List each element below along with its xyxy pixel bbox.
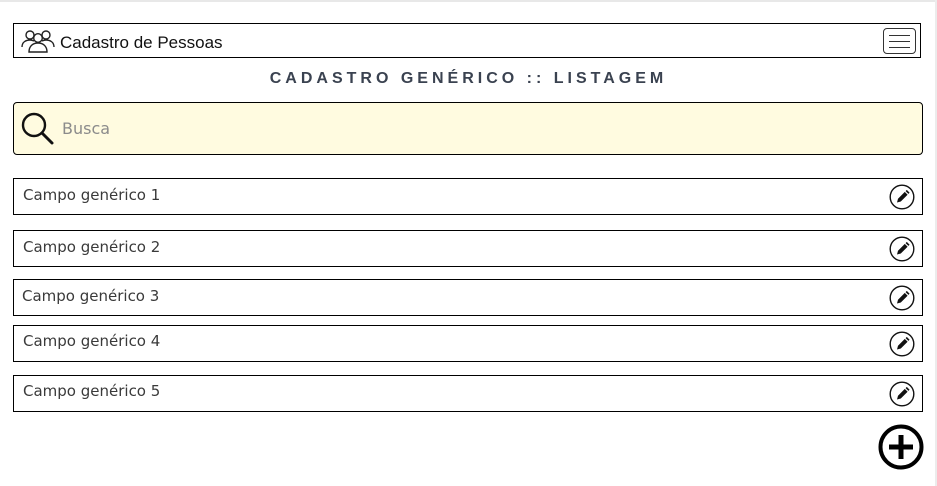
list-item-label: Campo genérico 2 [23, 238, 161, 256]
list-item-label: Campo genérico 1 [23, 186, 161, 204]
edit-pencil-icon[interactable] [889, 331, 915, 357]
hamburger-line [889, 35, 910, 36]
page-title: CADASTRO GENÉRICO :: LISTAGEM [269, 70, 668, 87]
edit-pencil-icon[interactable] [889, 285, 915, 311]
list-item-label: Campo genérico 4 [23, 332, 161, 350]
edit-pencil-icon[interactable] [889, 381, 915, 407]
search-box[interactable] [13, 102, 923, 155]
list-item[interactable]: Campo genérico 1 [13, 178, 923, 215]
hamburger-line [889, 41, 910, 42]
edit-pencil-icon[interactable] [889, 184, 915, 210]
list-item[interactable]: Campo genérico 3 [13, 279, 923, 316]
edit-pencil-icon[interactable] [889, 236, 915, 262]
add-circle-icon[interactable] [877, 423, 925, 471]
people-group-icon [21, 30, 55, 53]
hamburger-line [889, 47, 910, 48]
search-icon [21, 112, 54, 145]
app-title: Cadastro de Pessoas [60, 33, 223, 52]
list-item-label: Campo genérico 5 [23, 382, 161, 400]
hamburger-menu-button[interactable] [883, 28, 916, 54]
list-item[interactable]: Campo genérico 2 [13, 230, 923, 267]
list-item-label: Campo genérico 3 [22, 287, 160, 305]
top-border [0, 0, 937, 2]
list-item[interactable]: Campo genérico 5 [13, 375, 923, 412]
list-item[interactable]: Campo genérico 4 [13, 325, 923, 362]
app-header: Cadastro de Pessoas [13, 23, 921, 58]
search-input[interactable] [62, 115, 882, 141]
